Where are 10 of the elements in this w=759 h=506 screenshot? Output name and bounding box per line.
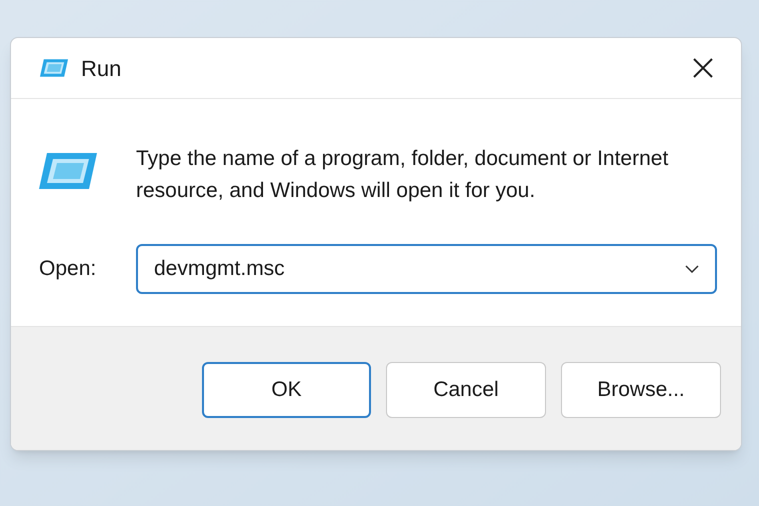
close-icon (692, 57, 714, 79)
ok-button[interactable]: OK (202, 362, 371, 418)
run-icon (37, 151, 99, 191)
instruction-text: Type the name of a program, folder, document or Internet resource, and Windows will open it for you. (136, 146, 670, 204)
open-label: Open: (39, 256, 98, 282)
browse-button[interactable]: Browse... (561, 362, 721, 418)
window-title: Run (81, 54, 122, 82)
cancel-button[interactable]: Cancel (386, 362, 546, 418)
open-field[interactable]: devmgmt.msc (136, 244, 717, 294)
run-icon (39, 58, 69, 78)
